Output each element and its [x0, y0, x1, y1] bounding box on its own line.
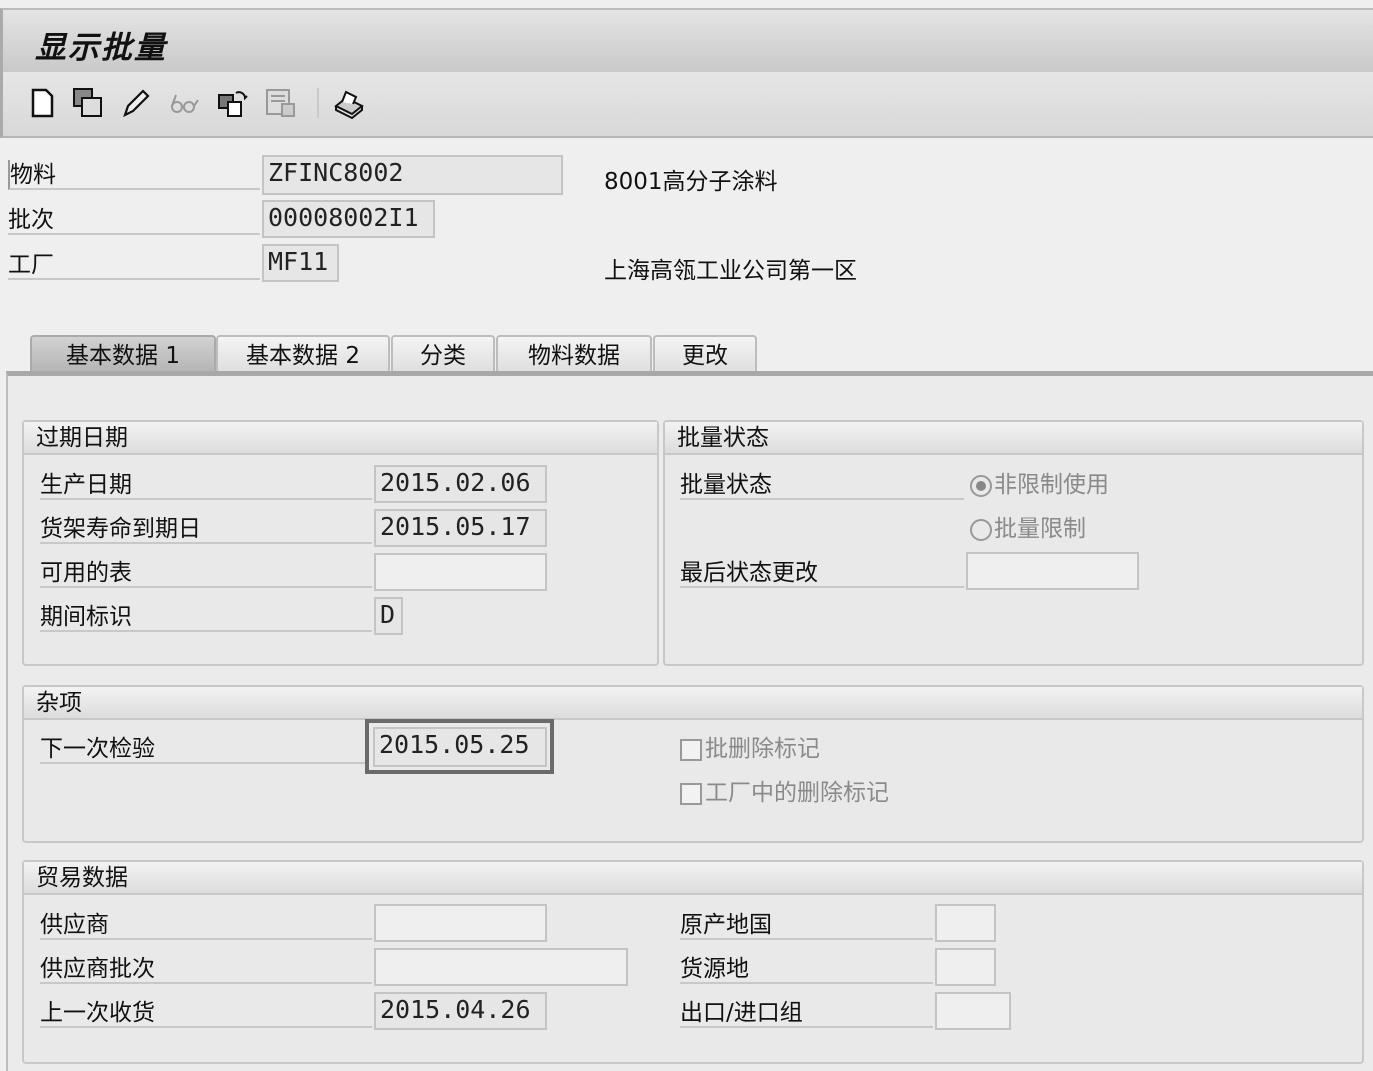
production-date-field[interactable]: 2015.02.06	[374, 465, 547, 503]
next-inspection-field[interactable]: 2015.05.25	[373, 727, 547, 767]
available-label: 可用的表	[40, 558, 372, 588]
checkbox-icon	[680, 782, 702, 805]
batch-deletion-flag-checkbox[interactable]: 批删除标记	[680, 734, 820, 764]
shelf-life-label: 货架寿命到期日	[40, 514, 372, 544]
country-of-origin-field[interactable]	[935, 904, 996, 942]
tab-changes[interactable]: 更改	[653, 335, 757, 373]
production-date-label: 生产日期	[40, 470, 372, 500]
radio-restricted[interactable]: 批量限制	[970, 514, 1086, 544]
copy-icon[interactable]	[71, 86, 105, 120]
last-goods-receipt-label: 上一次收货	[40, 998, 372, 1028]
region-of-origin-label: 货源地	[680, 954, 933, 984]
tab-basic-data-1[interactable]: 基本数据 1	[30, 335, 216, 373]
vendor-batch-field[interactable]	[374, 948, 628, 986]
radio-label: 批量限制	[994, 516, 1086, 542]
batch-field[interactable]: 00008002I1	[262, 200, 435, 238]
tab-basic-data-2[interactable]: 基本数据 2	[216, 335, 390, 373]
title-bar: 显示批量	[0, 8, 1373, 72]
toolbar	[0, 72, 1373, 138]
country-of-origin-label: 原产地国	[680, 910, 933, 940]
last-status-change-field[interactable]	[966, 552, 1139, 590]
plant-deletion-flag-checkbox[interactable]: 工厂中的删除标记	[680, 778, 889, 808]
material-field[interactable]: ZFINC8002	[262, 155, 563, 195]
misc-group: 杂项	[22, 685, 1364, 843]
material-description: 8001高分子涂料	[604, 169, 778, 195]
vendor-label: 供应商	[40, 910, 372, 940]
material-label: 物料	[8, 160, 260, 190]
period-indicator-field[interactable]: D	[374, 597, 403, 635]
batch-status-label: 批量状态	[680, 470, 964, 500]
radio-icon	[970, 518, 992, 541]
last-goods-receipt-field[interactable]: 2015.04.26	[374, 992, 547, 1030]
display-glasses-icon[interactable]	[167, 86, 201, 120]
last-status-change-label: 最后状态更改	[680, 558, 964, 588]
available-field[interactable]	[374, 553, 547, 591]
export-import-group-field[interactable]	[935, 992, 1011, 1030]
vendor-batch-label: 供应商批次	[40, 954, 372, 984]
period-indicator-label: 期间标识	[40, 602, 372, 632]
checkbox-icon	[680, 738, 702, 761]
tab-classification[interactable]: 分类	[391, 335, 495, 373]
checkbox-label: 工厂中的删除标记	[705, 780, 889, 806]
vendor-field[interactable]	[374, 904, 547, 942]
group-title: 杂项	[24, 687, 1362, 720]
radio-label: 非限制使用	[994, 472, 1109, 498]
group-title: 贸易数据	[24, 862, 1362, 895]
print-icon[interactable]	[332, 86, 366, 120]
checkbox-label: 批删除标记	[705, 736, 820, 762]
edit-pencil-icon[interactable]	[119, 86, 153, 120]
new-document-icon[interactable]	[25, 86, 59, 120]
group-title: 过期日期	[24, 422, 657, 455]
page-title: 显示批量	[35, 30, 167, 66]
batch-label: 批次	[8, 205, 260, 235]
tab-material-data[interactable]: 物料数据	[496, 335, 652, 373]
radio-unrestricted[interactable]: 非限制使用	[970, 470, 1109, 500]
plant-label: 工厂	[8, 250, 260, 280]
group-title: 批量状态	[665, 422, 1362, 455]
toolbar-separator	[317, 88, 319, 118]
export-import-group-label: 出口/进口组	[680, 998, 933, 1028]
radio-selected-icon	[970, 474, 992, 497]
plant-description: 上海高瓴工业公司第一区	[604, 258, 857, 284]
region-of-origin-field[interactable]	[935, 948, 996, 986]
delete-icon[interactable]	[264, 86, 298, 120]
shelf-life-field[interactable]: 2015.05.17	[374, 509, 547, 547]
next-inspection-label: 下一次检验	[40, 734, 366, 764]
plant-field[interactable]: MF11	[262, 244, 339, 282]
change-icon[interactable]	[216, 86, 250, 120]
